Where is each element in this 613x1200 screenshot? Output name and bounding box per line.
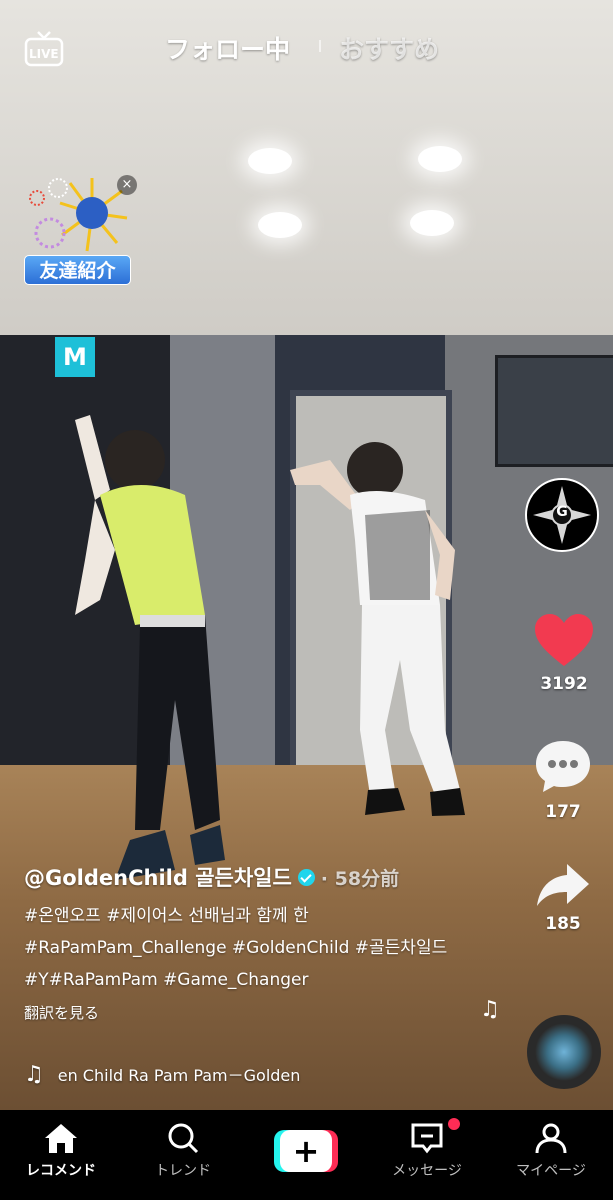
notification-dot <box>448 1118 460 1130</box>
comment-count: 177 <box>545 802 581 822</box>
top-nav: LIVE フォロー中 おすすめ <box>0 22 613 68</box>
floating-music-note-icon: ♫ <box>480 997 500 1022</box>
profile-icon <box>535 1123 567 1154</box>
comment-bubble-icon <box>536 741 590 792</box>
description-line[interactable]: #Y#RaPamPam #Game_Changer <box>24 964 484 996</box>
verified-badge-icon <box>297 868 315 886</box>
home-icon <box>45 1124 77 1153</box>
search-icon <box>168 1123 199 1154</box>
post-time: · 58分前 <box>320 867 400 890</box>
author-line: @GoldenChild 골든차일드 · 58分前 <box>24 862 484 892</box>
wall-tv <box>495 355 613 467</box>
creator-avatar[interactable]: G <box>525 478 599 552</box>
share-count: 185 <box>545 914 581 934</box>
music-note-icon: ♫ <box>24 1061 44 1087</box>
plus-icon: + <box>280 1130 332 1172</box>
tab-divider <box>319 40 321 52</box>
bottom-nav: レコメンド トレンド + メッセージ マイページ <box>0 1110 613 1200</box>
exit-sign-letter: M <box>63 343 87 371</box>
nav-trends[interactable]: トレンド <box>128 1122 238 1180</box>
like-button[interactable]: 3192 <box>529 612 599 694</box>
tab-following[interactable]: フォロー中 <box>165 30 290 66</box>
share-arrow-icon <box>537 864 589 906</box>
ceiling-light <box>248 148 292 174</box>
video-caption: @GoldenChild 골든차일드 · 58分前 #온앤오프 #제이어스 선배… <box>24 862 484 1023</box>
ceiling-light <box>418 146 462 172</box>
avatar-letter: G <box>556 504 568 520</box>
tab-for-you[interactable]: おすすめ <box>339 30 439 66</box>
comment-button[interactable]: 177 <box>528 738 598 822</box>
nav-messages[interactable]: メッセージ <box>372 1122 482 1180</box>
ceiling-light <box>258 212 302 238</box>
live-label: LIVE <box>29 47 59 61</box>
dancer-right <box>290 442 465 816</box>
create-button[interactable]: + <box>274 1130 338 1172</box>
nav-home[interactable]: レコメンド <box>6 1122 116 1180</box>
nav-profile-label: マイページ <box>516 1163 586 1179</box>
music-disc[interactable] <box>527 1015 601 1089</box>
friend-invite-badge[interactable]: × 友達紹介 <box>22 173 137 291</box>
dancer-left <box>75 415 225 880</box>
like-count: 3192 <box>540 674 588 694</box>
live-button[interactable]: LIVE <box>24 30 64 67</box>
music-row[interactable]: ♫ en Child Ra Pam Pam－Golden <box>24 1060 484 1088</box>
heart-icon <box>535 614 593 666</box>
nav-messages-label: メッセージ <box>392 1163 462 1179</box>
ceiling-light <box>410 210 454 236</box>
description-line[interactable]: #온앤오프 #제이어스 선배님과 함께 한 <box>24 900 484 932</box>
share-button[interactable]: 185 <box>528 862 598 934</box>
nav-profile[interactable]: マイページ <box>496 1122 606 1180</box>
exit-sign: M <box>55 337 95 377</box>
nav-trends-label: トレンド <box>155 1163 211 1179</box>
description-line[interactable]: #RaPamPam_Challenge #GoldenChild #골든차일드 <box>24 932 484 964</box>
description: #온앤오프 #제이어스 선배님과 함께 한 #RaPamPam_Challeng… <box>24 900 484 996</box>
tiktok-feed-screen: M LIVE フォロー中 おすすめ × 友達紹介 G 3192 177 185 … <box>0 0 613 1200</box>
author-name[interactable]: @GoldenChild 골든차일드 <box>24 862 292 892</box>
nav-home-label: レコメンド <box>26 1163 96 1179</box>
music-title: en Child Ra Pam Pam－Golden <box>57 1066 301 1085</box>
see-translation-link[interactable]: 翻訳を見る <box>24 1002 484 1023</box>
close-icon[interactable]: × <box>117 175 137 195</box>
friend-invite-label: 友達紹介 <box>24 255 131 285</box>
inbox-icon <box>411 1123 443 1154</box>
